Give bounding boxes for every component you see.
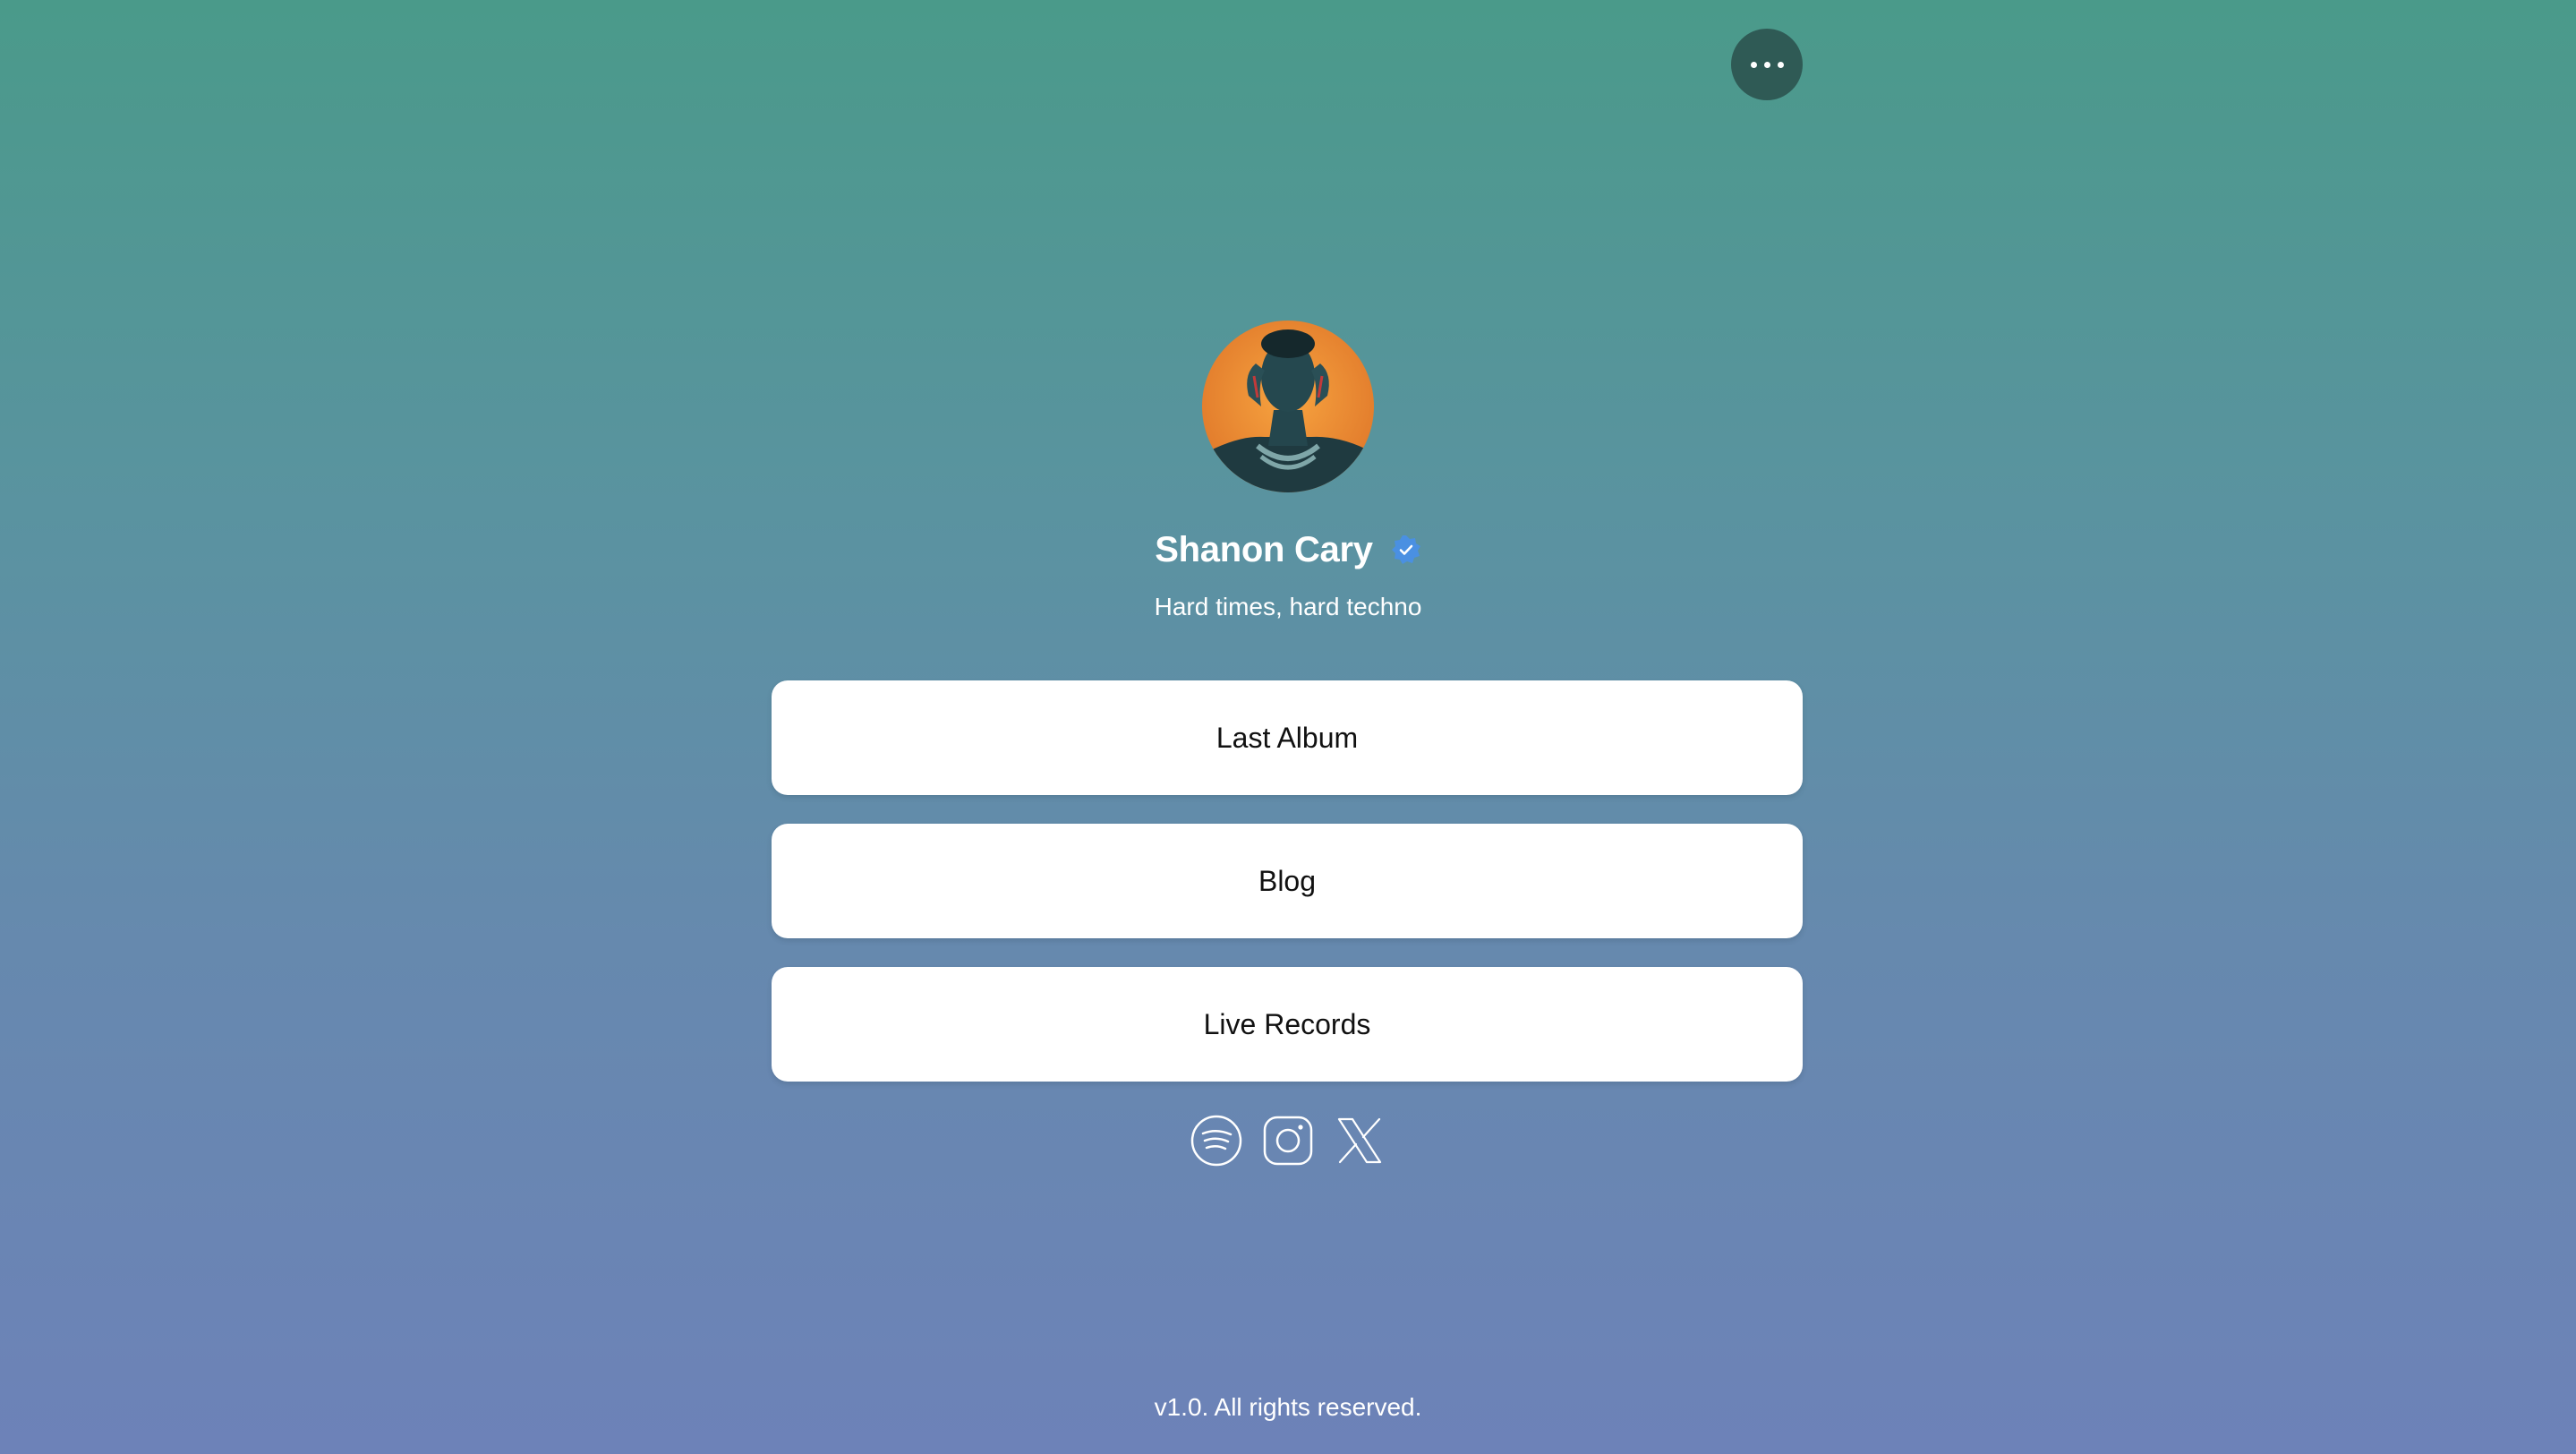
footer-text: v1.0. All rights reserved. (1154, 1393, 1422, 1421)
verified-badge-icon (1391, 535, 1420, 564)
instagram-icon (1263, 1116, 1313, 1166)
more-options-button[interactable] (1731, 29, 1803, 100)
profile-name: Shanon Cary (1155, 529, 1373, 569)
social-links (0, 1114, 2576, 1167)
instagram-link[interactable] (1261, 1114, 1315, 1167)
spotify-link[interactable] (1190, 1114, 1243, 1167)
avatar (1202, 321, 1374, 492)
link-button-blog[interactable]: Blog (772, 824, 1803, 938)
link-button-live-records[interactable]: Live Records (772, 967, 1803, 1082)
more-horizontal-icon-dot (1763, 61, 1770, 68)
more-horizontal-icon (1750, 61, 1757, 68)
link-button-last-album[interactable]: Last Album (772, 680, 1803, 795)
more-horizontal-icon-dot (1777, 61, 1784, 68)
link-list: Last Album Blog Live Records (772, 680, 1803, 1110)
x-twitter-link[interactable] (1333, 1114, 1386, 1167)
x-twitter-icon (1337, 1117, 1382, 1164)
name-row: Shanon Cary (1155, 526, 1420, 573)
profile-bio: Hard times, hard techno (1154, 593, 1422, 620)
profile-header: Shanon Cary Hard times, hard techno (0, 321, 2576, 623)
spotify-icon (1190, 1115, 1242, 1167)
